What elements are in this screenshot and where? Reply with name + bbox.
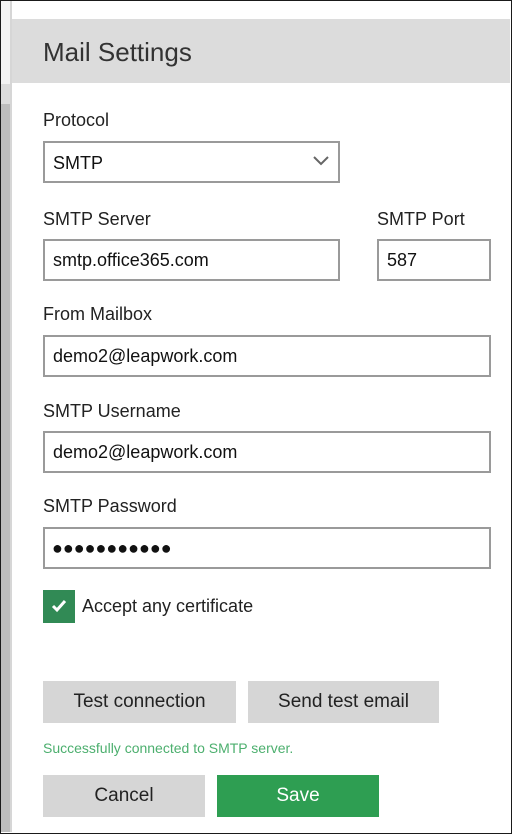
protocol-select-value: SMTP [53,153,104,173]
left-panel-strip [1,84,10,104]
smtp-username-label: SMTP Username [43,401,181,421]
cancel-button[interactable]: Cancel [43,775,205,817]
smtp-password-label: SMTP Password [43,496,177,516]
connection-status-message: Successfully connected to SMTP server. [43,740,294,756]
accept-certificate-label: Accept any certificate [82,596,254,616]
smtp-port-input[interactable] [377,239,491,281]
chevron-down-icon [312,154,330,168]
left-panel-divider [10,1,12,832]
from-mailbox-label: From Mailbox [43,304,153,324]
smtp-port-label: SMTP Port [377,209,465,229]
accept-certificate-checkbox[interactable] [43,590,75,623]
from-mailbox-input[interactable] [43,335,491,377]
test-connection-button[interactable]: Test connection [43,681,236,723]
left-panel-edge [1,1,12,832]
smtp-server-input[interactable] [43,239,340,281]
smtp-username-input[interactable] [43,431,491,473]
page-title: Mail Settings [43,37,192,67]
smtp-server-label: SMTP Server [43,209,151,229]
protocol-label: Protocol [43,110,110,130]
save-button[interactable]: Save [217,775,379,817]
send-test-email-button[interactable]: Send test email [248,681,439,723]
protocol-select[interactable]: SMTP [43,141,340,183]
left-panel-scroll-track [1,104,10,832]
dialog-header: Mail Settings [12,19,510,83]
smtp-password-input[interactable] [43,527,491,569]
checkmark-icon [51,600,67,613]
